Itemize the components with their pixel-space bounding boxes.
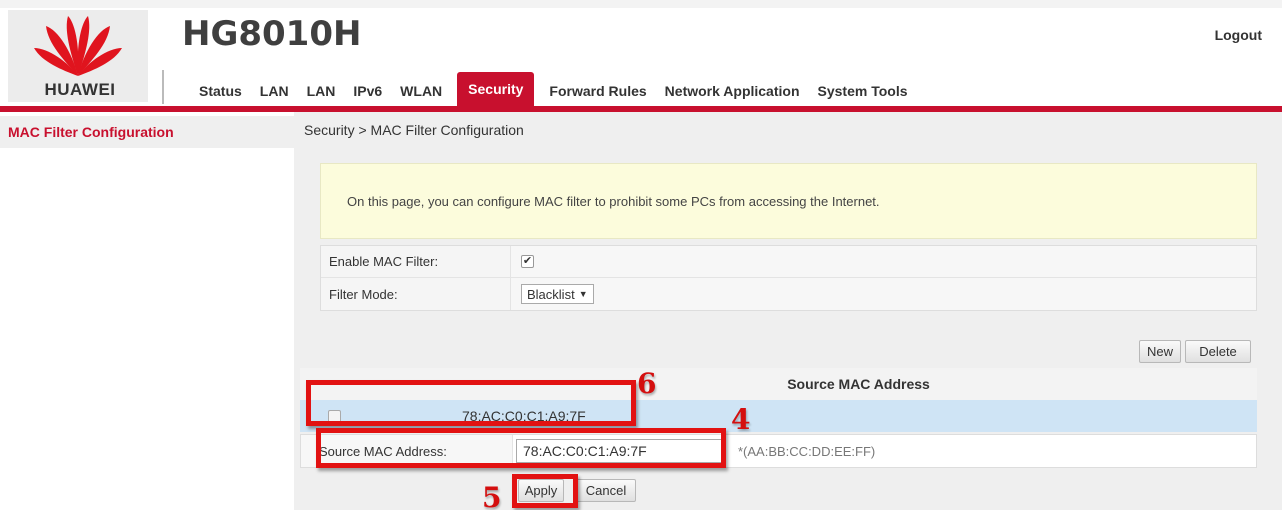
huawei-flower-logo-icon xyxy=(34,16,122,76)
nav-security[interactable]: Security xyxy=(457,72,535,106)
mac-list-header: Source MAC Address xyxy=(300,368,1257,400)
filter-mode-selected: Blacklist xyxy=(527,286,575,302)
header-check-column xyxy=(300,368,460,400)
nav-lan[interactable]: LAN xyxy=(251,76,298,106)
list-row[interactable]: 78:AC:C0:C1:A9:7F xyxy=(300,400,1257,432)
mac-address-label: Source MAC Address: xyxy=(301,435,513,467)
main-nav: Status LAN LAN IPv6 WLAN Security Forwar… xyxy=(190,72,917,106)
nav-ipv6[interactable]: IPv6 xyxy=(344,76,391,106)
filter-mode-label: Filter Mode: xyxy=(321,278,511,310)
apply-button[interactable]: Apply xyxy=(518,479,564,502)
nav-lan-2[interactable]: LAN xyxy=(298,76,345,106)
row-checkbox[interactable] xyxy=(328,409,341,423)
mac-filter-settings: Enable MAC Filter: ✔ Filter Mode: Blackl… xyxy=(320,245,1257,311)
mac-edit-row: Source MAC Address: *(AA:BB:CC:DD:EE:FF) xyxy=(300,434,1257,468)
logout-link[interactable]: Logout xyxy=(1215,27,1262,43)
header-source-mac: Source MAC Address xyxy=(787,376,930,392)
row-mac-address: 78:AC:C0:C1:A9:7F xyxy=(462,408,586,424)
logo: HUAWEI xyxy=(8,10,148,102)
main-content: Security > MAC Filter Configuration On t… xyxy=(294,112,1282,510)
filter-mode-row: Filter Mode: Blacklist ▼ xyxy=(321,278,1256,310)
nav-network-application[interactable]: Network Application xyxy=(656,76,809,106)
enable-label: Enable MAC Filter: xyxy=(321,246,511,277)
sidebar: MAC Filter Configuration xyxy=(0,112,294,510)
annotation-step-6: 6 xyxy=(637,367,657,400)
new-button[interactable]: New xyxy=(1139,340,1181,363)
enable-value: ✔ xyxy=(511,246,1256,277)
filter-mode-select[interactable]: Blacklist ▼ xyxy=(521,284,594,304)
cancel-button[interactable]: Cancel xyxy=(576,479,636,502)
divider xyxy=(162,70,164,104)
header-top-strip xyxy=(0,0,1282,8)
notice-box: On this page, you can configure MAC filt… xyxy=(320,163,1257,239)
enable-row: Enable MAC Filter: ✔ xyxy=(321,246,1256,278)
enable-mac-filter-checkbox[interactable]: ✔ xyxy=(521,255,534,268)
nav-status[interactable]: Status xyxy=(190,76,251,106)
mac-address-field[interactable] xyxy=(516,439,726,463)
nav-wlan[interactable]: WLAN xyxy=(391,76,451,106)
filter-mode-value: Blacklist ▼ xyxy=(511,278,1256,310)
brand-name: HUAWEI xyxy=(44,80,116,99)
nav-forward-rules[interactable]: Forward Rules xyxy=(540,76,655,106)
nav-system-tools[interactable]: System Tools xyxy=(809,76,917,106)
header: HUAWEI HG8010H Logout Status LAN LAN IPv… xyxy=(0,0,1282,112)
mac-format-hint: *(AA:BB:CC:DD:EE:FF) xyxy=(738,443,876,459)
annotation-step-5: 5 xyxy=(482,481,502,510)
breadcrumb: Security > MAC Filter Configuration xyxy=(304,122,524,138)
chevron-down-icon: ▼ xyxy=(578,289,588,299)
notice-text: On this page, you can configure MAC filt… xyxy=(347,193,880,209)
product-name: HG8010H xyxy=(182,14,362,54)
sidebar-item-mac-filter[interactable]: MAC Filter Configuration xyxy=(0,116,294,148)
delete-button[interactable]: Delete xyxy=(1185,340,1251,363)
annotation-step-4: 4 xyxy=(731,403,751,436)
